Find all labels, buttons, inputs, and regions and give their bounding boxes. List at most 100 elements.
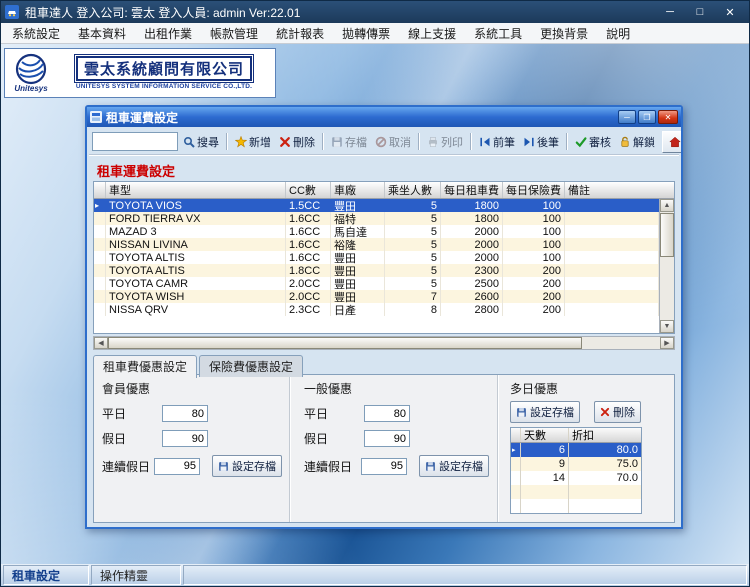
column-header[interactable]: 乘坐人數 (385, 182, 441, 198)
scrollbar-thumb[interactable] (660, 213, 674, 257)
table-row[interactable]: TOYOTA ALTIS1.8CC豐田52300200 (94, 264, 659, 277)
tab-strip: 租車費優惠設定 保險費優惠設定 (93, 355, 305, 377)
menu-item[interactable]: 拋轉傳票 (333, 23, 399, 44)
general-save-button[interactable]: 設定存檔 (419, 455, 489, 477)
menu-item[interactable]: 系統設定 (3, 23, 69, 44)
tab-insurance-discount[interactable]: 保險費優惠設定 (199, 355, 303, 377)
cell: 2300 (441, 264, 503, 277)
table-row[interactable]: TOYOTA WISH2.0CC豐田72600200 (94, 290, 659, 303)
print-button[interactable]: 列印 (424, 132, 466, 152)
scroll-left-icon[interactable]: ◀ (94, 337, 108, 349)
cancel-button[interactable]: 取消 (372, 132, 414, 152)
button-label: 取消 (389, 134, 411, 150)
page-title: 租車運費設定 (97, 161, 175, 180)
member-weekday-input[interactable] (162, 405, 208, 422)
print-icon (427, 136, 439, 148)
button-label: 設定存檔 (439, 458, 483, 474)
member-holiday-input[interactable] (162, 430, 208, 447)
list-item[interactable]: 1470.0 (511, 471, 641, 485)
table-row[interactable]: NISSAN LIVINA1.6CC裕隆52000100 (94, 238, 659, 251)
cell: 2000 (441, 251, 503, 264)
menu-item[interactable]: 系統工具 (465, 23, 531, 44)
cell: 1.8CC (286, 264, 331, 277)
column-header[interactable]: 車型 (106, 182, 286, 198)
member-long-holiday-input[interactable] (154, 458, 200, 475)
row-indicator (94, 238, 106, 251)
list-item[interactable]: ▸680.0 (511, 443, 641, 457)
menu-item[interactable]: 線上支援 (399, 23, 465, 44)
menu-item[interactable]: 說明 (597, 23, 639, 44)
table-row[interactable]: FORD TIERRA VX1.6CC福特51800100 (94, 212, 659, 225)
general-long-holiday-input[interactable] (361, 458, 407, 475)
status-wizard[interactable]: 操作精靈 (91, 565, 181, 585)
approve-button[interactable]: 審核 (572, 132, 614, 152)
table-row[interactable]: NISSA QRV2.3CC日產82800200 (94, 303, 659, 316)
scroll-right-icon[interactable]: ▶ (660, 337, 674, 349)
minimize-button[interactable]: ─ (655, 1, 685, 23)
home-button[interactable]: 首頁 (662, 131, 681, 153)
multiday-delete-button[interactable]: 刪除 (594, 401, 641, 423)
cell: TOYOTA ALTIS (106, 264, 286, 277)
cell: 100 (503, 238, 565, 251)
table-row[interactable]: TOYOTA CAMR2.0CC豐田52500200 (94, 277, 659, 290)
maximize-button[interactable]: □ (685, 1, 715, 23)
table-row[interactable]: ▸TOYOTA VIOS1.5CC豐田51800100 (94, 199, 659, 212)
save-button[interactable]: 存檔 (328, 132, 370, 152)
menu-item[interactable]: 更換背景 (531, 23, 597, 44)
search-input[interactable] (92, 132, 178, 151)
add-icon (235, 136, 247, 148)
next-record-button[interactable]: 後筆 (520, 132, 562, 152)
cell: 7 (385, 290, 441, 303)
scroll-up-icon[interactable]: ▲ (660, 199, 674, 212)
column-header[interactable]: 天數 (521, 428, 569, 442)
child-maximize-button[interactable]: ❐ (638, 110, 656, 124)
cell: 75.0 (569, 457, 641, 471)
status-mode[interactable]: 租車設定 (3, 565, 89, 585)
member-save-button[interactable]: 設定存檔 (212, 455, 282, 477)
cell: 5 (385, 251, 441, 264)
menu-item[interactable]: 出租作業 (135, 23, 201, 44)
previous-record-button[interactable]: 前筆 (476, 132, 518, 152)
list-item[interactable] (511, 485, 641, 499)
toolbar-separator (566, 133, 568, 150)
add-button[interactable]: 新增 (232, 132, 274, 152)
horizontal-scrollbar[interactable]: ◀ ▶ (93, 336, 675, 350)
column-header[interactable]: 備註 (565, 182, 674, 198)
menu-item[interactable]: 基本資料 (69, 23, 135, 44)
search-button[interactable]: 搜尋 (180, 132, 222, 152)
tab-rental-discount[interactable]: 租車費優惠設定 (93, 355, 197, 378)
unlock-button[interactable]: 解鎖 (616, 132, 658, 152)
column-header[interactable]: 每日租車費 (441, 182, 503, 198)
column-header[interactable]: 車廠 (331, 182, 385, 198)
scroll-down-icon[interactable]: ▼ (660, 320, 674, 333)
cell: 200 (503, 277, 565, 290)
cell: NISSAN LIVINA (106, 238, 286, 251)
close-button[interactable]: ✕ (715, 1, 745, 23)
menu-item[interactable]: 統計報表 (267, 23, 333, 44)
column-header[interactable]: 折扣 (569, 428, 641, 442)
cell: 200 (503, 303, 565, 316)
list-item[interactable] (511, 499, 641, 513)
app-icon (5, 5, 19, 19)
table-row[interactable]: MAZAD 31.6CC馬自達52000100 (94, 225, 659, 238)
cell (565, 199, 659, 212)
general-holiday-input[interactable] (364, 430, 410, 447)
menu-item[interactable]: 帳款管理 (201, 23, 267, 44)
child-minimize-button[interactable]: ─ (618, 110, 636, 124)
child-titlebar[interactable]: 租車運費設定 ─ ❐ ✕ (87, 107, 681, 127)
grid-body: ▸TOYOTA VIOS1.5CC豐田51800100FORD TIERRA V… (94, 199, 659, 333)
scrollbar-thumb[interactable] (108, 337, 582, 349)
cell: 日產 (331, 303, 385, 316)
vertical-scrollbar[interactable]: ▲ ▼ (659, 199, 674, 333)
table-row[interactable]: TOYOTA ALTIS1.6CC豐田52000100 (94, 251, 659, 264)
list-item[interactable]: 975.0 (511, 457, 641, 471)
delete-button[interactable]: 刪除 (276, 132, 318, 152)
multiday-body: ▸680.0975.01470.0 (511, 443, 641, 513)
cell: 2800 (441, 303, 503, 316)
multiday-save-button[interactable]: 設定存檔 (510, 401, 580, 423)
general-weekday-input[interactable] (364, 405, 410, 422)
column-header[interactable]: CC數 (286, 182, 331, 198)
column-header[interactable]: 每日保險費 (503, 182, 565, 198)
child-window-title: 租車運費設定 (106, 109, 178, 126)
child-close-button[interactable]: ✕ (658, 110, 678, 124)
